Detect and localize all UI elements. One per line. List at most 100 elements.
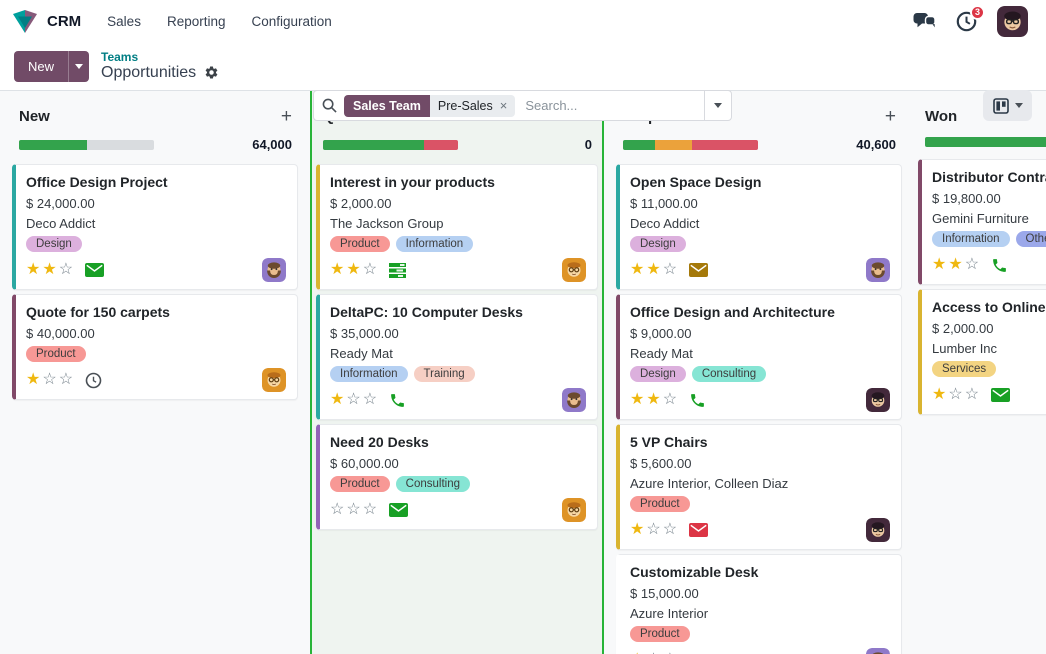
star-empty-icon[interactable]: ☆	[59, 261, 75, 278]
star-filled-icon[interactable]: ★	[646, 261, 662, 278]
star-empty-icon[interactable]: ☆	[663, 391, 679, 408]
star-empty-icon[interactable]: ☆	[59, 371, 75, 388]
phone-activity-icon[interactable]	[389, 392, 406, 409]
tag: Information	[396, 236, 474, 252]
opportunity-title: Quote for 150 carpets	[26, 304, 286, 320]
priority-stars[interactable]: ★☆☆	[932, 387, 981, 403]
opportunity-card[interactable]: Office Design and Architecture $ 9,000.0…	[616, 294, 902, 420]
star-empty-icon[interactable]: ☆	[965, 386, 981, 403]
envelope-activity-icon[interactable]	[85, 263, 104, 277]
star-empty-icon[interactable]: ☆	[663, 521, 679, 538]
column-progressbar[interactable]	[925, 137, 1046, 147]
star-filled-icon[interactable]: ★	[26, 261, 42, 278]
facet-value: Pre-Sales	[438, 99, 493, 113]
star-empty-icon[interactable]: ☆	[330, 501, 346, 518]
activities-icon[interactable]: 3	[956, 11, 977, 32]
search-input[interactable]	[523, 97, 704, 114]
new-button[interactable]: New	[14, 51, 68, 82]
salesperson-avatar	[866, 648, 890, 654]
star-filled-icon[interactable]: ★	[26, 371, 42, 388]
gear-icon[interactable]	[204, 65, 219, 80]
search-bar[interactable]: Sales Team Pre-Sales ×	[313, 90, 732, 121]
opportunity-card[interactable]: Interest in your products $ 2,000.00 The…	[316, 164, 598, 290]
search-dropdown-toggle[interactable]	[704, 91, 731, 120]
column-progressbar[interactable]	[323, 140, 458, 150]
opportunity-card[interactable]: Office Design Project $ 24,000.00 Deco A…	[12, 164, 298, 290]
add-record-button[interactable]: +	[885, 107, 896, 126]
opportunity-card[interactable]: Open Space Design $ 11,000.00 Deco Addic…	[616, 164, 902, 290]
star-filled-icon[interactable]: ★	[630, 521, 646, 538]
priority-stars[interactable]: ★★☆	[932, 257, 981, 273]
star-filled-icon[interactable]: ★	[932, 386, 948, 403]
priority-stars[interactable]: ★★☆	[630, 392, 679, 408]
star-filled-icon[interactable]: ★	[630, 391, 646, 408]
priority-stars[interactable]: ★☆☆	[330, 392, 379, 408]
opportunity-card[interactable]: Access to Online Catalog $ 2,000.00 Lumb…	[918, 289, 1046, 415]
column-progressbar[interactable]	[623, 140, 758, 150]
opportunity-card[interactable]: Customizable Desk $ 15,000.00 Azure Inte…	[616, 554, 902, 654]
opportunity-card[interactable]: Need 20 Desks $ 60,000.00 ProductConsult…	[316, 424, 598, 530]
star-filled-icon[interactable]: ★	[42, 261, 58, 278]
star-empty-icon[interactable]: ☆	[663, 261, 679, 278]
star-filled-icon[interactable]: ★	[630, 261, 646, 278]
star-empty-icon[interactable]: ☆	[948, 386, 964, 403]
progressbar-segment[interactable]	[323, 140, 424, 150]
star-empty-icon[interactable]: ☆	[346, 501, 362, 518]
clock-activity-icon[interactable]	[85, 372, 102, 389]
priority-stars[interactable]: ☆☆☆	[330, 502, 379, 518]
remove-facet-icon[interactable]: ×	[500, 98, 508, 113]
priority-stars[interactable]: ★☆☆	[630, 522, 679, 538]
opportunity-card[interactable]: Distributor Contract $ 19,800.00 Gemini …	[918, 159, 1046, 285]
menu-sales[interactable]: Sales	[107, 14, 141, 29]
star-filled-icon[interactable]: ★	[330, 261, 346, 278]
user-avatar[interactable]	[997, 6, 1028, 37]
tag: Consulting	[396, 476, 470, 492]
priority-stars[interactable]: ★☆☆	[26, 372, 75, 388]
star-filled-icon[interactable]: ★	[932, 256, 948, 273]
progressbar-segment[interactable]	[925, 137, 1046, 147]
opportunity-card[interactable]: 5 VP Chairs $ 5,600.00 Azure Interior, C…	[616, 424, 902, 550]
envelope-activity-icon[interactable]	[389, 503, 408, 517]
tag-list: Services	[932, 361, 1046, 377]
star-filled-icon[interactable]: ★	[330, 391, 346, 408]
breadcrumb-teams[interactable]: Teams	[101, 51, 219, 64]
opportunity-card[interactable]: DeltaPC: 10 Computer Desks $ 35,000.00 R…	[316, 294, 598, 420]
kanban-column: Won + Distributor Contract $ 19,800.00 G…	[914, 91, 1046, 654]
phone-activity-icon[interactable]	[689, 392, 706, 409]
kanban-view-switcher[interactable]	[983, 90, 1032, 121]
tasks-activity-icon[interactable]	[389, 263, 406, 278]
salesperson-avatar	[262, 258, 286, 282]
priority-stars[interactable]: ★★☆	[26, 262, 75, 278]
expected-revenue: $ 11,000.00	[630, 196, 890, 211]
star-empty-icon[interactable]: ☆	[363, 501, 379, 518]
priority-stars[interactable]: ★★☆	[330, 262, 379, 278]
envelope-activity-icon[interactable]	[689, 523, 708, 537]
progressbar-segment[interactable]	[19, 140, 87, 150]
messages-icon[interactable]	[913, 12, 936, 31]
star-filled-icon[interactable]: ★	[646, 391, 662, 408]
star-empty-icon[interactable]: ☆	[363, 261, 379, 278]
star-empty-icon[interactable]: ☆	[965, 256, 981, 273]
envelope-activity-icon[interactable]	[991, 388, 1010, 402]
opportunity-card[interactable]: Quote for 150 carpets $ 40,000.00 Produc…	[12, 294, 298, 400]
phone-activity-icon[interactable]	[991, 257, 1008, 274]
progressbar-segment[interactable]	[424, 140, 458, 150]
star-empty-icon[interactable]: ☆	[646, 521, 662, 538]
progressbar-segment[interactable]	[692, 140, 758, 150]
breadcrumb-current: Opportunities	[101, 64, 196, 82]
priority-stars[interactable]: ★★☆	[630, 262, 679, 278]
star-filled-icon[interactable]: ★	[948, 256, 964, 273]
progressbar-segment[interactable]	[655, 140, 691, 150]
new-dropdown-button[interactable]	[68, 51, 89, 82]
star-filled-icon[interactable]: ★	[346, 261, 362, 278]
add-record-button[interactable]: +	[281, 107, 292, 126]
envelope-activity-icon[interactable]	[689, 263, 708, 277]
star-empty-icon[interactable]: ☆	[346, 391, 362, 408]
menu-reporting[interactable]: Reporting	[167, 14, 226, 29]
star-empty-icon[interactable]: ☆	[363, 391, 379, 408]
menu-configuration[interactable]: Configuration	[252, 14, 332, 29]
column-progressbar[interactable]	[19, 140, 154, 150]
star-empty-icon[interactable]: ☆	[42, 371, 58, 388]
app-brand[interactable]: CRM	[12, 8, 81, 34]
progressbar-segment[interactable]	[623, 140, 655, 150]
